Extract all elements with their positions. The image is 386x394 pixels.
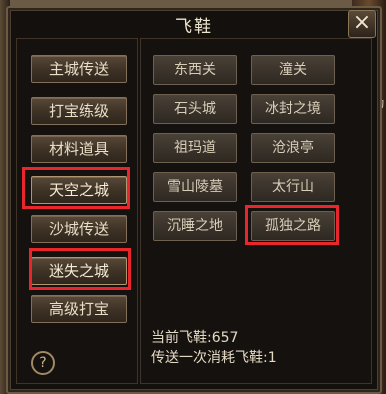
- nav-treasure-leveling[interactable]: 打宝练级: [31, 97, 127, 125]
- location-button[interactable]: 冰封之境: [251, 94, 335, 124]
- panel-title: 飞鞋: [175, 17, 213, 37]
- location-button[interactable]: 潼关: [251, 55, 335, 85]
- flying-shoes-panel: 飞鞋 × 主城传送 打宝练级 材料道具 天空之城 沙城传送 迷失之城 高级打宝 …: [6, 6, 382, 394]
- location-button[interactable]: 石头城: [153, 94, 237, 124]
- nav-sand-city[interactable]: 沙城传送: [31, 215, 127, 243]
- teleport-cost: 传送一次消耗飞鞋:1: [151, 350, 277, 366]
- nav-advanced-treasure[interactable]: 高级打宝: [31, 295, 127, 323]
- close-button[interactable]: ×: [348, 10, 376, 38]
- highlight-box: [29, 248, 131, 290]
- location-button[interactable]: 沉睡之地: [153, 211, 237, 241]
- location-button[interactable]: 祖玛道: [153, 133, 237, 163]
- help-icon[interactable]: ?: [31, 351, 55, 375]
- location-button[interactable]: 雪山陵墓: [153, 172, 237, 202]
- location-button[interactable]: 沧浪亭: [251, 133, 335, 163]
- nav-materials[interactable]: 材料道具: [31, 135, 127, 163]
- current-shoes-count: 当前飞鞋:657: [151, 330, 239, 346]
- location-button[interactable]: 太行山: [251, 172, 335, 202]
- category-list: 主城传送 打宝练级 材料道具 天空之城 沙城传送 迷失之城 高级打宝 ?: [16, 38, 138, 384]
- highlight-box: [245, 205, 339, 245]
- destination-grid: 东西关 潼关 石头城 冰封之境 祖玛道 沧浪亭 雪山陵墓 太行山 沉睡之地 孤独…: [140, 38, 372, 384]
- location-button[interactable]: 东西关: [153, 55, 237, 85]
- nav-main-city[interactable]: 主城传送: [31, 55, 127, 83]
- highlight-box: [22, 167, 130, 209]
